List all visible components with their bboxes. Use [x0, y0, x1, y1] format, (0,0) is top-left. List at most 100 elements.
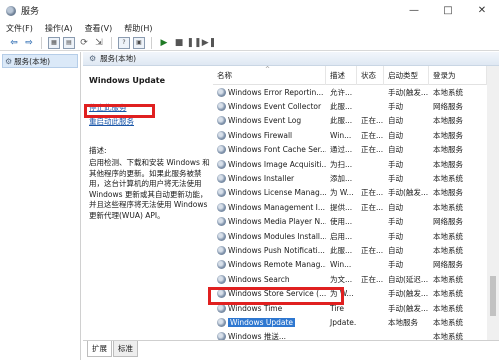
cell-startup-type: 自动(延迟...: [388, 274, 429, 284]
service-gear-icon: [217, 274, 226, 284]
export-list-icon[interactable]: ⇲: [93, 37, 105, 49]
cell-logon-as: 本地服务: [433, 116, 463, 126]
tree-node-label: 服务(本地): [14, 56, 51, 66]
show-tree-icon[interactable]: ▦: [48, 36, 60, 49]
service-gear-icon: [217, 102, 226, 112]
cell-description: 此服...: [330, 102, 353, 112]
service-name-text: Windows Push Notificati...: [228, 245, 325, 255]
cell-startup-type: 手动: [388, 231, 403, 241]
service-name-text: Windows Event Log: [228, 116, 302, 126]
table-row[interactable]: Windows Remote Manag... Win... 手动 网络服务: [213, 258, 487, 272]
cell-service-name: Windows Event Log: [213, 116, 326, 126]
start-service-icon[interactable]: ▶: [158, 37, 170, 49]
cell-startup-type: 手动: [388, 174, 403, 184]
vertical-scrollbar[interactable]: [487, 66, 499, 340]
column-header-logon-as[interactable]: 登录为: [429, 66, 487, 85]
menu-help[interactable]: 帮助(H): [124, 23, 152, 34]
cell-logon-as: 本地系统: [433, 274, 463, 284]
table-row[interactable]: Windows Search 为文... 正在... 自动(延迟... 本地系统: [213, 272, 487, 286]
menu-action[interactable]: 操作(A): [45, 23, 73, 34]
cell-logon-as: 网络服务: [433, 260, 463, 270]
table-row[interactable]: Windows Push Notificati... 此服... 正在... 自动 本地…: [213, 243, 487, 257]
cell-logon-as: 本地系统: [433, 202, 463, 212]
service-gear-icon: [217, 87, 226, 97]
cell-logon-as: 本地服务: [433, 130, 463, 140]
cell-startup-type: 自动: [388, 116, 403, 126]
service-name-text: Windows Image Acquisiti...: [228, 159, 326, 169]
column-header-startup-type[interactable]: 启动类型: [384, 66, 429, 85]
table-row[interactable]: Windows 推送... 本地系统: [213, 330, 487, 340]
cell-startup-type: 本地服务: [388, 317, 418, 327]
gear-icon: ⚙: [5, 56, 13, 66]
service-gear-icon: [217, 245, 226, 255]
back-arrow-icon[interactable]: ⇦: [8, 37, 20, 49]
refresh-icon[interactable]: ⟳: [78, 37, 90, 49]
menu-bar: 文件(F) 操作(A) 查看(V) 帮助(H): [0, 21, 499, 35]
cell-startup-type: 自动: [388, 130, 403, 140]
cell-description: Win...: [330, 130, 352, 140]
tab-extended[interactable]: 扩展: [87, 341, 112, 357]
table-row[interactable]: Windows Image Acquisiti... 为扫... 手动 本地服务: [213, 157, 487, 171]
toolbar-divider: [111, 36, 112, 49]
forward-arrow-icon[interactable]: ⇨: [23, 37, 35, 49]
table-row[interactable]: Windows Font Cache Ser... 通过... 正在... 自动 本地服…: [213, 143, 487, 157]
table-row[interactable]: Windows Error Reportin... 允许... 手动(触发... 本地…: [213, 85, 487, 99]
cell-startup-type: 手动(触发...: [388, 289, 429, 299]
service-name-text: Windows Modules Install...: [228, 231, 326, 241]
close-button[interactable]: ✕: [465, 0, 499, 21]
scrollbar-thumb[interactable]: [490, 276, 496, 316]
minimize-button[interactable]: —: [397, 0, 431, 21]
menu-file[interactable]: 文件(F): [6, 23, 33, 34]
service-gear-icon: [217, 260, 226, 270]
help-icon[interactable]: ?: [118, 36, 130, 49]
cell-service-name: Windows Font Cache Ser...: [213, 145, 326, 155]
properties-icon[interactable]: ▤: [63, 36, 75, 49]
table-row[interactable]: Windows Event Log 此服... 正在... 自动 本地服务: [213, 114, 487, 128]
menu-view[interactable]: 查看(V): [85, 23, 113, 34]
tree-node-services-local[interactable]: ⚙ 服务(本地): [2, 54, 78, 68]
stop-service-icon[interactable]: ■: [173, 37, 185, 49]
window-title: 服务: [21, 7, 40, 17]
cell-startup-type: 自动: [388, 202, 403, 212]
cell-logon-as: 本地系统: [433, 174, 463, 184]
cell-service-name: Windows Search: [213, 274, 326, 284]
maximize-button[interactable]: □: [431, 0, 465, 21]
cell-logon-as: 本地系统: [433, 317, 463, 327]
table-row[interactable]: Windows Media Player N... 使用... 手动 网络服务: [213, 215, 487, 229]
restart-service-icon[interactable]: ▶❚: [202, 37, 216, 49]
cell-service-name: Windows Management I...: [213, 202, 326, 212]
cell-startup-type: 手动(触发...: [388, 87, 429, 97]
service-name-text: Windows License Manag...: [228, 188, 326, 198]
cell-service-name: Windows Modules Install...: [213, 231, 326, 241]
service-name-text: Windows Firewall: [228, 130, 293, 140]
service-gear-icon: [217, 217, 226, 227]
table-row[interactable]: Windows Installer 添加... 手动 本地系统: [213, 171, 487, 185]
tab-standard[interactable]: 标准: [113, 341, 138, 357]
column-header-description[interactable]: 描述: [326, 66, 357, 85]
cell-status: 正在...: [361, 145, 384, 155]
table-row[interactable]: Windows Event Collector 此服... 手动 网络服务: [213, 99, 487, 113]
table-row[interactable]: Windows Management I... 提供... 正在... 自动 本地系统: [213, 200, 487, 214]
highlight-restart-link: [84, 104, 155, 118]
toolbar-divider: [151, 36, 152, 49]
cell-service-name: Windows Firewall: [213, 130, 326, 140]
service-gear-icon: [217, 188, 226, 198]
column-header-status[interactable]: 状态: [357, 66, 384, 85]
table-row[interactable]: Windows License Manag... 为 W... 正在... 手动(触发…: [213, 186, 487, 200]
pause-service-icon[interactable]: ❚❚: [186, 37, 201, 49]
table-row[interactable]: Windows Modules Install... 启用... 手动 本地系统: [213, 229, 487, 243]
cell-startup-type: 手动: [388, 217, 403, 227]
service-gear-icon: [217, 174, 226, 184]
services-header-label: 服务(本地): [100, 54, 137, 63]
cell-logon-as: 本地服务: [433, 145, 463, 155]
cell-description: 为 W...: [330, 188, 354, 198]
selected-service-title: Windows Update: [89, 76, 166, 85]
cell-logon-as: 本地系统: [433, 231, 463, 241]
cell-startup-type: 自动: [388, 145, 403, 155]
service-gear-icon: [217, 317, 226, 327]
table-row[interactable]: Windows Firewall Win... 正在... 自动 本地服务: [213, 128, 487, 142]
table-row-selected[interactable]: Windows Update Jpdate... 本地服务 本地系统: [213, 315, 487, 329]
cell-service-name: Windows Push Notificati...: [213, 245, 326, 255]
service-name-text: Windows Remote Manag...: [228, 260, 326, 270]
console-icon[interactable]: ▣: [133, 36, 145, 49]
